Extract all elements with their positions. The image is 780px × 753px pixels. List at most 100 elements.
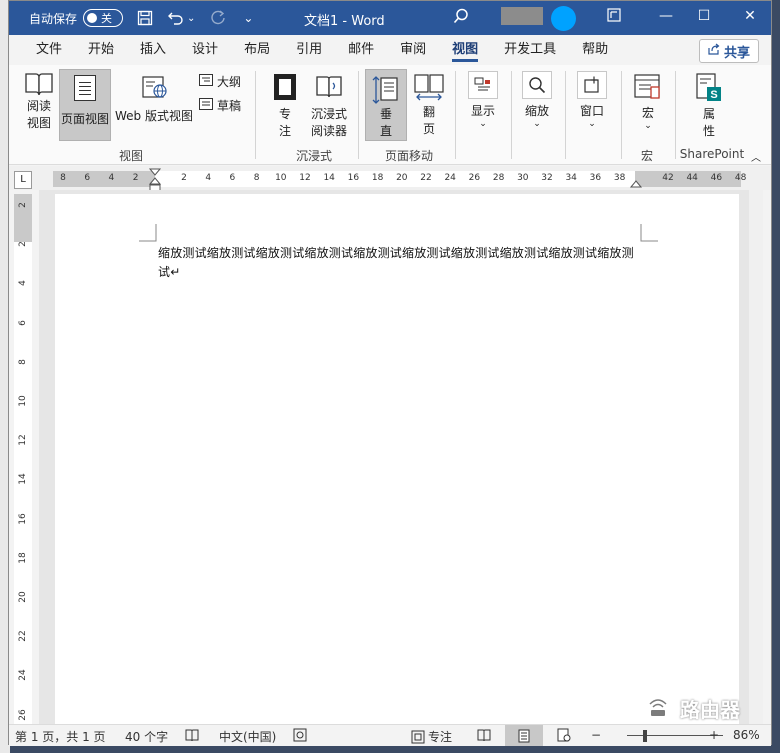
save-icon[interactable] [137, 10, 153, 26]
horizontal-ruler[interactable]: 8 6 4 2 2 4 6 8 10 12 14 16 18 20 22 24 26 28 30 32 34 36 38 42… [53, 168, 746, 192]
document-canvas[interactable]: 缩放测试缩放测试缩放测试缩放测试缩放测试缩放测试缩放测试缩放测试缩放测试缩放测试… [39, 190, 763, 724]
tab-layout[interactable]: 布局 [231, 35, 283, 65]
zoom-in-button[interactable]: + [709, 728, 719, 742]
share-button[interactable]: 共享 [699, 39, 759, 63]
vertical-ruler[interactable]: 2 2 4 6 8 10 12 14 16 18 20 22 24 26 [14, 194, 32, 724]
search-icon[interactable] [453, 8, 469, 28]
zoom-level[interactable]: 86% [733, 728, 760, 742]
tab-developer[interactable]: 开发工具 [491, 35, 569, 65]
ruler-tick-label: 24 [444, 173, 456, 183]
macros-button[interactable]: 宏 ⌄ [631, 73, 665, 131]
web-page-icon [142, 76, 167, 98]
focus-mode-icon [411, 730, 425, 743]
print-layout-button[interactable]: 页面视图 [59, 69, 111, 141]
tab-mailings[interactable]: 邮件 [335, 35, 387, 65]
web-layout-status-icon[interactable] [557, 728, 571, 745]
group-label-page-movement: 页面移动 [384, 149, 433, 163]
ruler-tick-label: 10 [275, 173, 287, 183]
svg-text:S: S [710, 89, 717, 101]
tab-help[interactable]: 帮助 [569, 35, 621, 65]
outline-button[interactable]: 大纲 [199, 73, 241, 90]
ribbon-separator [565, 71, 566, 159]
document-page[interactable]: 缩放测试缩放测试缩放测试缩放测试缩放测试缩放测试缩放测试缩放测试缩放测试缩放测试… [55, 194, 739, 724]
tab-insert[interactable]: 插入 [127, 35, 179, 65]
redo-icon[interactable] [209, 9, 227, 27]
tab-home[interactable]: 开始 [75, 35, 127, 65]
autosave-toggle[interactable]: 关 [83, 9, 124, 27]
indent-marker-icon[interactable] [149, 168, 161, 192]
side-to-side-icon [414, 74, 444, 101]
focus-mode-button[interactable]: 专注 [411, 728, 452, 745]
ruler-tick-label: 4 [18, 280, 28, 287]
tab-file[interactable]: 文件 [23, 35, 75, 65]
ruler-tick-label: 6 [18, 319, 28, 326]
accessibility-icon[interactable] [293, 728, 307, 745]
read-mode-status-icon[interactable] [477, 728, 491, 745]
outline-icon [199, 74, 213, 89]
close-button[interactable]: ✕ [740, 8, 760, 24]
crop-mark-tl [139, 224, 157, 242]
tab-references[interactable]: 引用 [283, 35, 335, 65]
print-layout-status-icon[interactable] [505, 725, 543, 746]
properties-button[interactable]: S 属 性 [691, 73, 727, 139]
ruler-tick-label: 26 [18, 708, 28, 721]
document-body-text[interactable]: 缩放测试缩放测试缩放测试缩放测试缩放测试缩放测试缩放测试缩放测试缩放测试缩放测试… [158, 244, 640, 282]
customize-qat-icon[interactable]: ⌄ [243, 11, 253, 25]
right-indent-marker-icon[interactable] [630, 177, 642, 189]
properties-label-2: 性 [702, 124, 715, 138]
language[interactable]: 中文(中国) [219, 728, 276, 745]
ruler-tick-label: 26 [468, 173, 481, 183]
left-margin-area [53, 171, 155, 187]
ruler-tick-label: 24 [18, 669, 28, 682]
account-name[interactable] [501, 7, 543, 25]
immersive-reader-icon [316, 76, 342, 98]
immersive-reader-button[interactable]: 沉浸式 阅读器 [305, 73, 353, 139]
window-button[interactable]: 窗口 ⌄ [574, 71, 610, 129]
ruler-tick-label: 4 [108, 173, 115, 183]
tab-design[interactable]: 设计 [179, 35, 231, 65]
word-count[interactable]: 40 个字 [125, 728, 168, 745]
zoom-chevron-icon: ⌄ [533, 119, 541, 129]
tab-view[interactable]: 视图 [439, 35, 491, 65]
draft-button[interactable]: 草稿 [199, 97, 241, 114]
tab-selector[interactable]: L [14, 171, 32, 189]
show-button[interactable]: 显示 ⌄ [465, 71, 501, 129]
side-to-side-button[interactable]: 翻 页 [411, 73, 447, 137]
ribbon-separator [255, 71, 256, 159]
ruler-tick-label: 10 [18, 395, 28, 407]
web-layout-button[interactable]: Web 版式视图 [113, 75, 195, 124]
ruler-tick-label: 22 [18, 630, 28, 642]
read-mode-button[interactable]: 阅读 视图 [19, 71, 59, 131]
draft-label: 草稿 [217, 99, 242, 113]
ruler-tick-label: 16 [347, 173, 360, 183]
vertical-scrollbar[interactable] [749, 190, 763, 724]
zoom-button[interactable]: 缩放 ⌄ [519, 71, 555, 129]
vertical-label-2: 直 [379, 124, 392, 138]
undo-icon[interactable] [167, 10, 185, 26]
minimize-button[interactable]: — [656, 8, 676, 24]
undo-dropdown-icon[interactable]: ⌄ [187, 13, 195, 24]
ruler-tick-label: 46 [710, 173, 723, 183]
maximize-button[interactable]: ☐ [694, 8, 714, 24]
proofing-icon[interactable] [185, 728, 199, 745]
document-title: 文档1 - Word [304, 14, 385, 29]
focus-button[interactable]: 专 注 [267, 73, 303, 139]
ruler-tick-label: 36 [589, 173, 602, 183]
page-icon [74, 75, 96, 101]
ruler-tick-label: 14 [18, 473, 28, 486]
collapse-ribbon-icon[interactable]: ︿ [751, 149, 761, 164]
tab-review[interactable]: 审阅 [387, 35, 439, 65]
book-icon [25, 73, 53, 96]
zoom-slider-thumb[interactable] [643, 730, 647, 742]
ruler-tick-label: 28 [492, 173, 505, 183]
ruler-tick-label: 2 [18, 202, 28, 208]
zoom-out-button[interactable]: − [591, 728, 601, 742]
toggle-knob [87, 13, 98, 23]
page-count[interactable]: 第 1 页，共 1 页 [15, 728, 106, 745]
ribbon-separator [621, 71, 622, 159]
share-icon [708, 43, 720, 59]
ribbon-display-icon[interactable] [604, 8, 624, 26]
avatar[interactable] [551, 6, 576, 31]
group-label-view: 视图 [118, 149, 143, 163]
vertical-button[interactable]: 垂 直 [365, 69, 407, 141]
